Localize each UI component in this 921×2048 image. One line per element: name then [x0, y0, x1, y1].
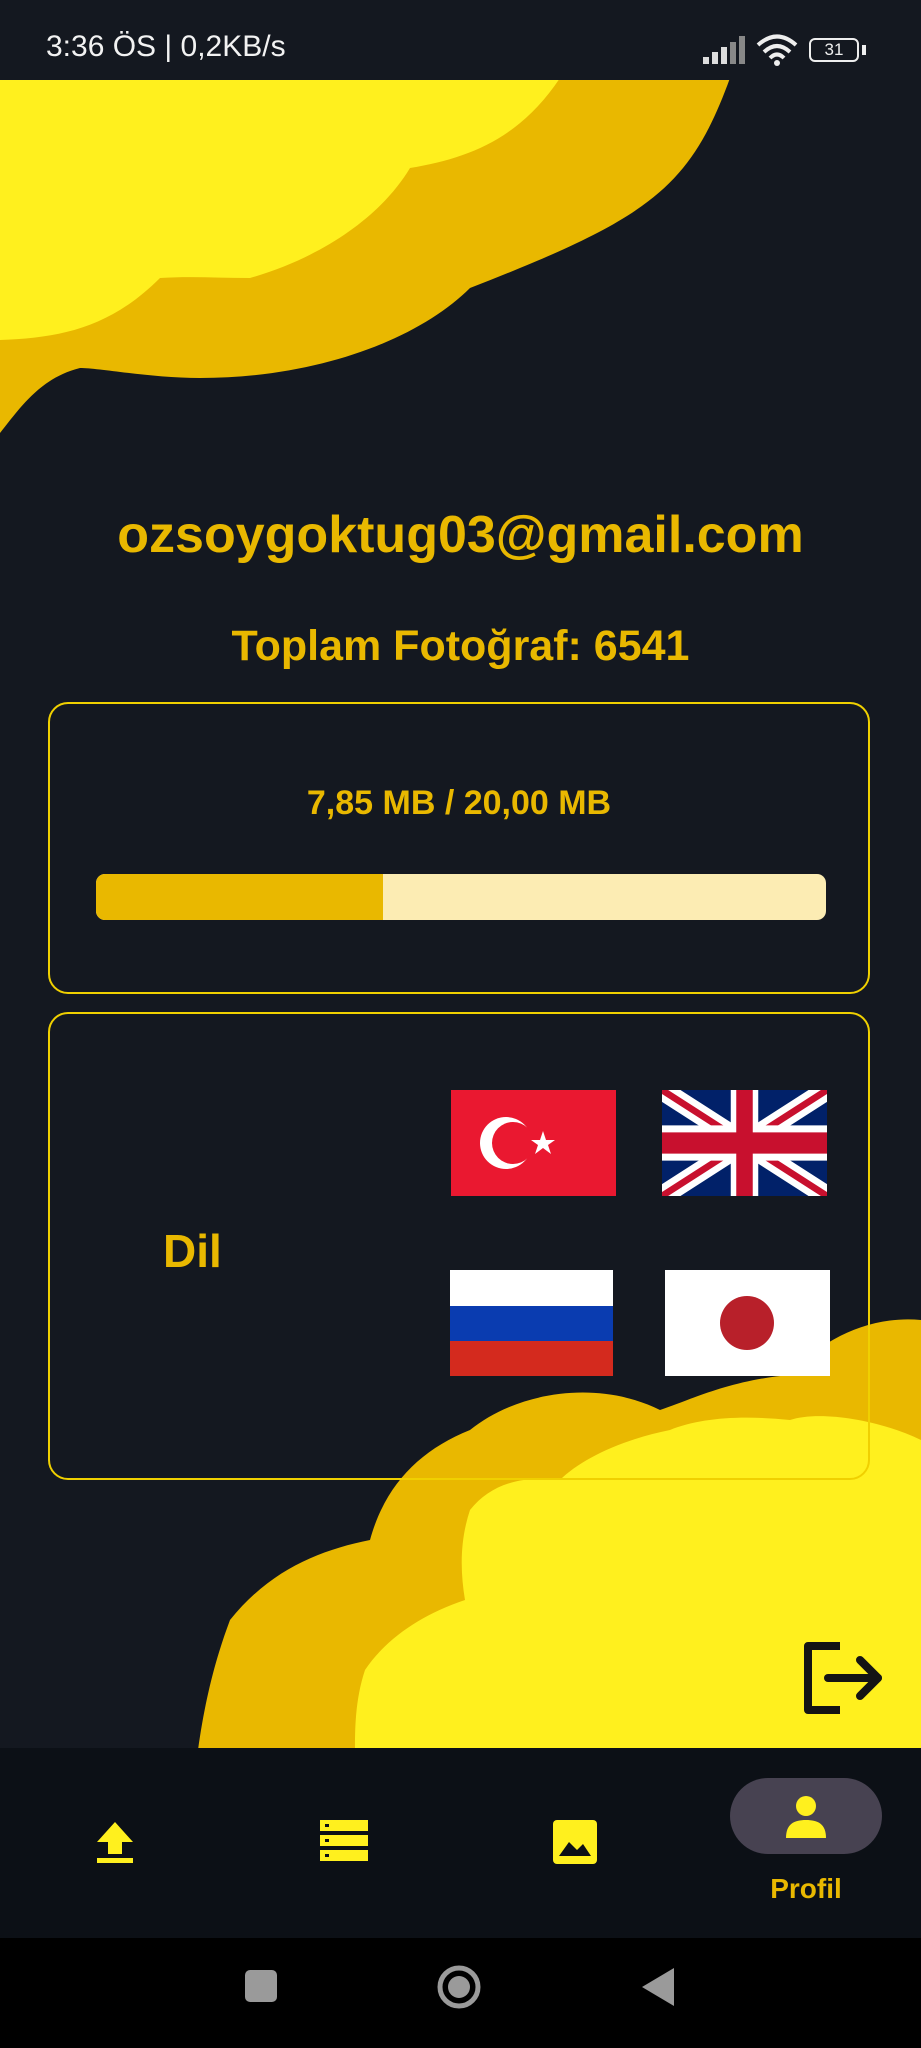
- battery-tip: [862, 45, 866, 55]
- storage-progress-bar: [96, 874, 826, 920]
- battery-level: 31: [824, 40, 844, 59]
- total-photos-count: Toplam Fotoğraf: 6541: [231, 622, 690, 670]
- nav-profile-active-indicator: [730, 1778, 882, 1854]
- storage-usage-text: 7,85 MB / 20,00 MB: [306, 784, 612, 822]
- logout-icon[interactable]: [800, 1640, 884, 1716]
- russian-flag-button[interactable]: [450, 1270, 613, 1376]
- wifi-icon: [756, 34, 798, 66]
- user-email: ozsoygoktug03@gmail.com: [117, 506, 804, 564]
- nav-upload[interactable]: [40, 1748, 190, 1938]
- nav-list[interactable]: [270, 1748, 420, 1938]
- language-card: Dil: [48, 1012, 870, 1480]
- signal-icon: [703, 36, 745, 64]
- gallery-icon: [553, 1820, 597, 1864]
- home-icon[interactable]: [436, 1964, 482, 2010]
- status-time-speed: 3:36 ÖS | 0,2KB/s: [46, 30, 286, 63]
- storage-progress-fill: [96, 874, 383, 920]
- cloud-decoration-top: [0, 78, 730, 433]
- back-icon[interactable]: [640, 1966, 676, 2008]
- bottom-navigation: Profil: [0, 1748, 921, 1938]
- system-navigation-bar: [0, 1938, 921, 2048]
- battery-icon: 31: [809, 38, 859, 62]
- recent-apps-icon[interactable]: [245, 1970, 277, 2002]
- language-label: Dil: [163, 1225, 222, 1277]
- japanese-flag-button[interactable]: [665, 1270, 830, 1376]
- nav-gallery[interactable]: [500, 1748, 650, 1938]
- person-icon: [786, 1796, 826, 1838]
- status-bar: 3:36 ÖS | 0,2KB/s 31: [0, 0, 921, 80]
- british-flag-button[interactable]: [662, 1090, 827, 1196]
- list-icon: [320, 1820, 368, 1861]
- upload-icon: [97, 1822, 133, 1863]
- turkish-flag-button[interactable]: [451, 1090, 616, 1196]
- storage-card: 7,85 MB / 20,00 MB: [48, 702, 870, 994]
- nav-profile[interactable]: Profil: [700, 1748, 912, 1938]
- nav-profile-label: Profil: [770, 1873, 842, 1904]
